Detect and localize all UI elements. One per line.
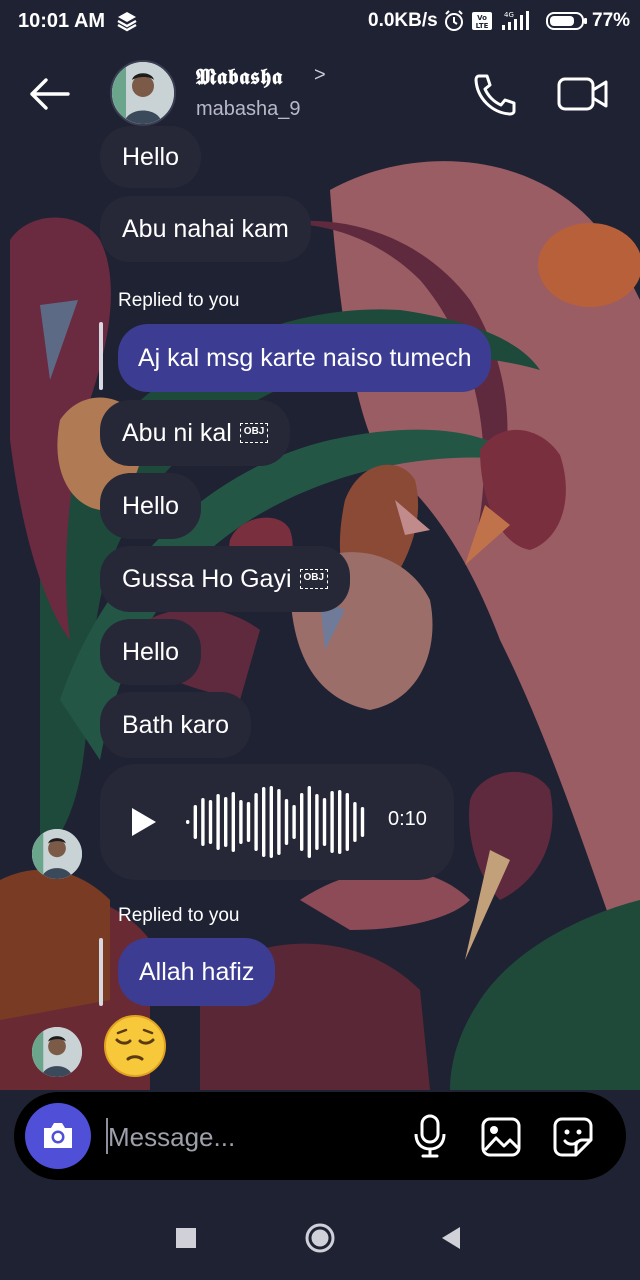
message-bubble[interactable]: Hello: [100, 619, 201, 685]
waveform-bar: [353, 802, 357, 842]
alarm-icon: [445, 10, 463, 31]
message-text: Allah hafiz: [139, 958, 255, 986]
waveform-bar: [330, 791, 334, 853]
waveform-bar: [193, 805, 197, 839]
video-call-icon[interactable]: [556, 74, 610, 114]
waveform-bar: [315, 794, 319, 850]
gallery-icon[interactable]: [480, 1116, 522, 1158]
waveform-bar: [239, 800, 243, 844]
reply-label: Replied to you: [118, 290, 240, 311]
message-text: Abu ni kal: [122, 419, 232, 447]
waveform-bar: [284, 799, 289, 845]
app-notification-icon: [117, 12, 137, 32]
waveform-bar: [300, 793, 304, 851]
message-text: Hello: [122, 492, 179, 520]
battery-percent: 77%: [592, 10, 631, 31]
reply-bar: [99, 938, 103, 1006]
waveform-bar: [269, 786, 273, 858]
message-input[interactable]: [106, 1116, 400, 1158]
avatar-photo: [32, 1027, 82, 1077]
message-text: Hello: [122, 143, 179, 171]
camera-icon: [44, 1123, 72, 1148]
message-text: Abu nahai kam: [122, 215, 289, 243]
waveform-bar: [307, 786, 311, 858]
svg-text:LTE: LTE: [476, 22, 489, 30]
battery-icon: [546, 12, 587, 30]
message-text: Hello: [122, 638, 179, 666]
sender-avatar[interactable]: [32, 1027, 82, 1077]
status-icons: Vo LTE 4G: [445, 10, 529, 31]
message-composer: [14, 1092, 626, 1180]
object-placeholder-icon: OBJ: [299, 569, 329, 589]
volte-icon: Vo LTE: [472, 12, 492, 30]
status-time: 10:01 AM: [18, 10, 106, 32]
message-bubble[interactable]: Hello: [100, 473, 201, 539]
waveform-bar: [277, 789, 281, 855]
phone-call-icon[interactable]: [470, 72, 518, 116]
contact-username[interactable]: mabasha_9: [196, 98, 301, 121]
microphone-icon[interactable]: [410, 1114, 450, 1158]
waveform-bar: [254, 793, 258, 851]
pensive-face-icon[interactable]: [102, 1013, 168, 1079]
waveform-bar: [231, 792, 235, 852]
waveform-bar: [360, 807, 365, 837]
message-text: Aj kal msg karte naiso tumech: [138, 344, 472, 372]
avatar-photo: [112, 62, 174, 124]
nav-back-button[interactable]: [440, 1226, 462, 1250]
message-bubble[interactable]: Gussa Ho Gayi OBJ: [100, 546, 351, 612]
contact-display-name[interactable]: 𝕸𝖆𝖇𝖆𝖘𝖍𝖆: [196, 64, 283, 90]
status-bar: 10:01 AM 0.0KB/s Vo LTE 4G 77%: [0, 0, 640, 44]
message-bubble[interactable]: Abu nahai kam: [100, 196, 311, 262]
waveform-bar: [338, 790, 342, 854]
waveform-bar: [216, 794, 220, 850]
svg-text:Vo: Vo: [477, 14, 487, 22]
replied-message-bubble[interactable]: Aj kal msg karte naiso tumech: [118, 324, 492, 392]
contact-avatar[interactable]: [110, 60, 176, 126]
waveform-bar: [246, 802, 251, 842]
chevron-right-icon[interactable]: >: [314, 64, 326, 87]
audio-waveform: [186, 786, 365, 858]
camera-button[interactable]: [25, 1103, 91, 1169]
waveform-bar: [224, 797, 228, 847]
waveform-bar: [262, 787, 266, 857]
voice-message[interactable]: 0:10: [100, 764, 454, 880]
reply-bar: [99, 322, 103, 390]
message-list[interactable]: Hello Abu nahai kam Replied to you Aj ka…: [0, 126, 640, 1086]
recents-button[interactable]: [176, 1228, 196, 1248]
home-button[interactable]: [304, 1222, 336, 1254]
waveform-bar: [208, 800, 213, 844]
play-icon[interactable]: [128, 806, 160, 838]
signal-icon: 4G: [502, 11, 529, 30]
voice-duration: 0:10: [388, 808, 427, 830]
system-nav-bar: [0, 1196, 640, 1280]
waveform-bar: [186, 820, 190, 824]
sender-avatar[interactable]: [32, 829, 82, 879]
back-arrow-icon[interactable]: [28, 74, 72, 114]
replied-message-bubble[interactable]: Allah hafiz: [118, 938, 276, 1006]
message-text: Bath karo: [122, 711, 230, 739]
message-bubble[interactable]: Bath karo: [100, 692, 252, 758]
waveform-bar: [292, 805, 296, 839]
reply-label: Replied to you: [118, 905, 240, 926]
avatar-photo: [32, 829, 82, 879]
object-placeholder-icon: OBJ: [239, 423, 269, 443]
sticker-icon[interactable]: [552, 1116, 594, 1158]
svg-text:4G: 4G: [504, 11, 514, 19]
chat-header: 𝕸𝖆𝖇𝖆𝖘𝖍𝖆 > mabasha_9: [0, 52, 640, 136]
waveform-bar: [345, 793, 349, 851]
message-text: Gussa Ho Gayi: [122, 565, 292, 593]
waveform-bar: [322, 798, 327, 846]
waveform-bar: [201, 798, 205, 846]
network-speed: 0.0KB/s: [368, 10, 438, 31]
message-bubble[interactable]: Abu ni kal OBJ: [100, 400, 291, 466]
